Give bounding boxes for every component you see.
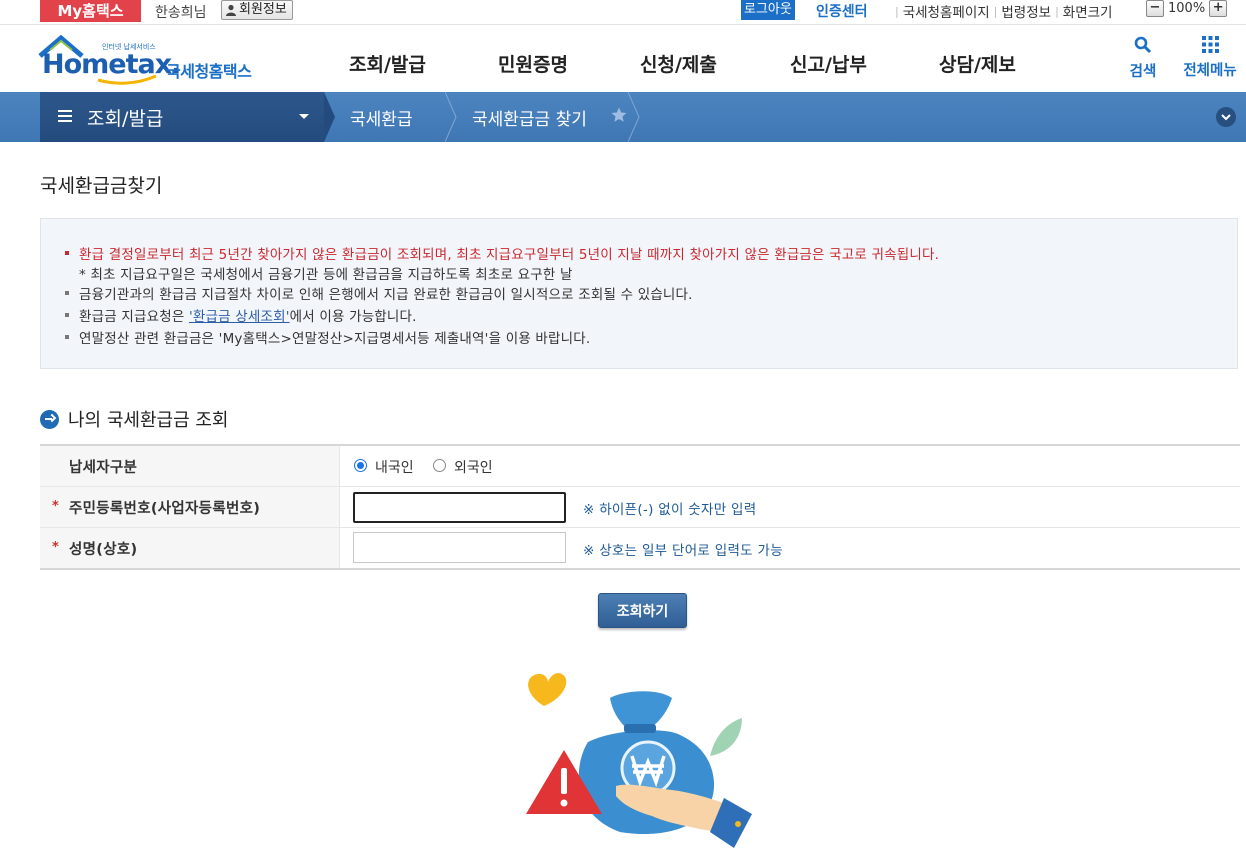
my-hometax-button[interactable]: My홈택스 — [40, 0, 141, 22]
member-info-label: 회원정보 — [239, 2, 287, 17]
divider: | — [895, 4, 899, 18]
notice-text: 에서 이용 가능합니다. — [289, 309, 417, 325]
notice-text: 금융기관과의 환급금 지급절차 차이로 인해 은행에서 지급 완료한 환급금이 … — [79, 287, 693, 303]
location-main-menu[interactable]: 조회/발급 — [40, 92, 324, 142]
user-icon — [226, 4, 236, 16]
user-name: 한송희님 — [155, 5, 207, 21]
name-input[interactable] — [353, 532, 566, 563]
taxpayer-type-label: 납세자구분 — [69, 460, 138, 476]
notice-text: 연말정산 관련 환급금은 'My홈택스>연말정산>지급명세서등 제출내역'을 이… — [79, 331, 591, 347]
favorite-star-icon[interactable] — [610, 106, 628, 124]
hamburger-icon — [58, 110, 72, 112]
nav-consult-report[interactable]: 상담/제보 — [939, 50, 1016, 77]
row-header: 납세자구분 — [40, 446, 340, 486]
notice-text: 환급금 지급요청은 — [79, 309, 189, 325]
utility-bar: My홈택스 한송희님 회원정보 로그아웃 인증센터 | 국세청홈페이지 | 법령… — [0, 0, 1246, 25]
notice-box: 환급 결정일로부터 최근 5년간 찾아가지 않은 환급금이 조회되며, 최초 지… — [40, 218, 1238, 369]
nav-civil-certificate[interactable]: 민원증명 — [498, 50, 568, 77]
domestic-label[interactable]: 내국인 — [375, 457, 414, 477]
foreigner-label[interactable]: 외국인 — [454, 457, 493, 477]
bullet — [65, 251, 69, 255]
notice-item: 환급 결정일로부터 최근 5년간 찾아가지 않은 환급금이 조회되며, 최초 지… — [65, 243, 939, 263]
search-label: 검색 — [1129, 64, 1157, 80]
notice-item: 금융기관과의 환급금 지급절차 차이로 인해 은행에서 지급 완료한 환급금이 … — [65, 283, 693, 303]
money-bag-illustration — [526, 673, 752, 848]
logo-text: Hometax. — [42, 49, 181, 80]
divider: | — [993, 4, 998, 18]
domestic-radio[interactable] — [354, 459, 367, 472]
nav-report-payment[interactable]: 신고/납부 — [790, 50, 867, 77]
heart-icon — [528, 673, 567, 706]
row-header: * 주민등록번호(사업자등록번호) — [40, 487, 340, 527]
bullet — [65, 313, 69, 317]
leaf-icon — [710, 718, 742, 756]
util-links: | 국세청홈페이지 | 법령정보 | 화면크기 — [891, 1, 1113, 22]
location-expand-button[interactable] — [1216, 107, 1236, 127]
arrow-circle-icon — [40, 409, 59, 429]
name-row: * 성명(상호) ※ 상호는 일부 단어로 입력도 가능 — [40, 528, 1240, 568]
law-info-link[interactable]: 법령정보 — [1001, 1, 1051, 21]
bullet — [65, 335, 69, 339]
rrn-label: 주민등록번호(사업자등록번호) — [69, 501, 261, 517]
rrn-hint: ※ 하이픈(-) 없이 숫자만 입력 — [583, 502, 757, 518]
logo-korean: 국세청홈택스 — [166, 62, 252, 81]
name-hint: ※ 상호는 일부 단어로 입력도 가능 — [583, 543, 783, 559]
all-menu-label: 전체메뉴 — [1183, 63, 1237, 79]
section-title: 나의 국세환급금 조회 — [40, 406, 228, 432]
cert-center-link[interactable]: 인증센터 — [816, 1, 868, 21]
hometax-logo[interactable]: 인터넷 납세서비스 Hometax. 국세청홈택스 — [38, 32, 268, 87]
divider: | — [1055, 4, 1059, 18]
chevron-down-icon — [1221, 114, 1231, 121]
search-icon — [1134, 36, 1152, 54]
location-main-label: 조회/발급 — [87, 108, 164, 130]
notice-item: 환급금 지급요청은 '환급금 상세조회'에서 이용 가능합니다. — [65, 305, 417, 325]
grid-menu-icon — [1201, 36, 1219, 53]
all-menu-button[interactable]: 전체메뉴 — [1178, 36, 1242, 80]
row-header: * 성명(상호) — [40, 528, 340, 568]
notice-item: 연말정산 관련 환급금은 'My홈택스>연말정산>지급명세서등 제출내역'을 이… — [65, 327, 590, 347]
foreigner-radio[interactable] — [433, 459, 446, 472]
search-refund-button[interactable]: 조회하기 — [598, 593, 687, 628]
caret-down-icon — [299, 114, 309, 119]
required-mark: * — [52, 540, 59, 555]
required-mark: * — [52, 499, 59, 514]
zoom-in-button[interactable]: + — [1209, 0, 1228, 17]
name-label: 성명(상호) — [69, 542, 138, 558]
logout-button[interactable]: 로그아웃 — [741, 0, 795, 20]
notice-subitem: * 최초 지급요구일은 국세청에서 금융기관 등에 환급금을 지급하도록 최초로… — [79, 267, 573, 283]
nav-application[interactable]: 신청/제출 — [640, 50, 717, 77]
page-title: 국세환급금찾기 — [40, 175, 163, 197]
nav-inquiry-issue[interactable]: 조회/발급 — [349, 50, 426, 77]
zoom-control: − 100% + — [1146, 0, 1228, 17]
bullet — [65, 291, 69, 295]
search-button[interactable]: 검색 — [1124, 36, 1162, 81]
taxpayer-type-row: 납세자구분 내국인 외국인 — [40, 446, 1240, 487]
rrn-input[interactable] — [353, 492, 566, 523]
breadcrumb-separator — [445, 92, 457, 142]
nts-homepage-link[interactable]: 국세청홈페이지 — [903, 1, 990, 21]
refund-search-form: 납세자구분 내국인 외국인 * 주민등록번호(사업자등록번호) ※ 하이픈(-)… — [40, 444, 1240, 570]
rrn-row: * 주민등록번호(사업자등록번호) ※ 하이픈(-) 없이 숫자만 입력 — [40, 487, 1240, 528]
section-title-text: 나의 국세환급금 조회 — [68, 410, 229, 431]
refund-detail-link[interactable]: '환급금 상세조회' — [189, 309, 290, 325]
header: 인터넷 납세서비스 Hometax. 국세청홈택스 조회/발급 민원증명 신청/… — [0, 25, 1246, 92]
zoom-value: 100% — [1168, 1, 1206, 16]
breadcrumb-separator — [324, 92, 335, 142]
breadcrumb-separator — [628, 92, 640, 142]
breadcrumb-find-refund[interactable]: 국세환급금 찾기 — [472, 105, 587, 130]
member-info-button[interactable]: 회원정보 — [221, 0, 293, 20]
breadcrumb-refund[interactable]: 국세환급 — [350, 105, 413, 130]
zoom-out-button[interactable]: − — [1146, 0, 1164, 17]
notice-text: 환급 결정일로부터 최근 5년간 찾아가지 않은 환급금이 조회되며, 최초 지… — [79, 247, 940, 263]
screen-size-label: 화면크기 — [1062, 5, 1113, 21]
